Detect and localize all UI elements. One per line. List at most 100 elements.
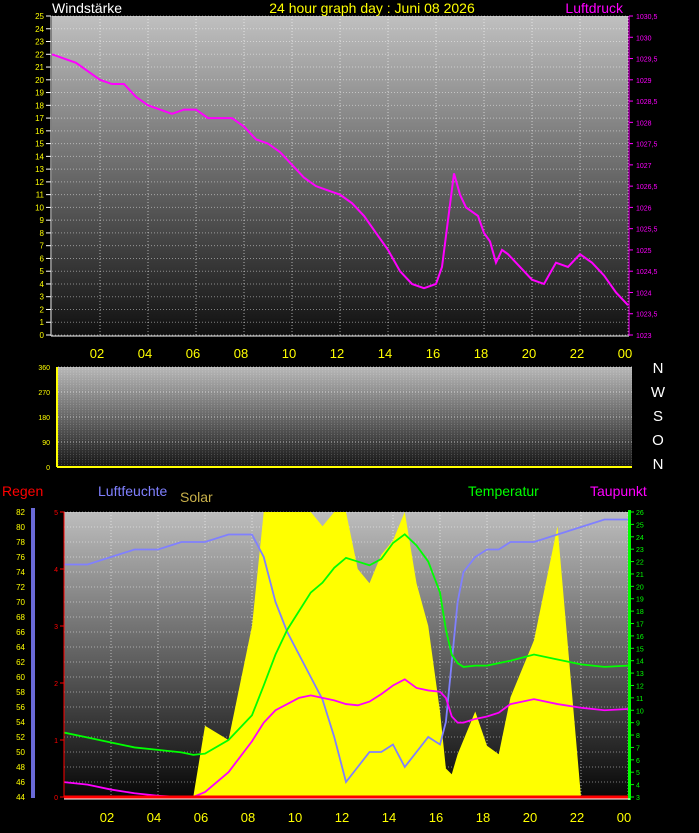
temperature-tick-label: 7 [636,745,640,752]
wind-tick-label: 7 [40,242,45,251]
wind-axis-ticks: 0123456789101112131415161718192021222324… [35,12,51,340]
wind-tick-label: 22 [35,50,44,59]
temperature-tick-label: 5 [636,770,640,777]
temperature-tick-label: 4 [636,783,640,790]
temperature-axis-bar [628,510,631,800]
humidity-tick-label: 66 [16,628,25,637]
solar-legend: Solar [180,489,213,505]
wind-tick-label: 14 [35,152,44,161]
compass-letter: W [651,384,666,401]
pressure-tick-label: 1027,5 [636,142,658,149]
wind-tick-label: 19 [35,89,44,98]
wind-tick-label: 18 [35,101,44,110]
humidity-tick-label: 68 [16,613,25,622]
rain-tick-label: 3 [54,624,58,631]
temperature-tick-label: 3 [636,795,640,802]
humidity-tick-label: 56 [16,703,25,712]
humidity-tick-label: 74 [16,568,25,577]
pressure-tick-label: 1025,5 [636,227,658,234]
dewpoint-legend: Taupunkt [590,483,647,499]
wind-tick-label: 11 [36,191,45,200]
temperature-tick-label: 22 [636,560,644,567]
top-x-tick-label: 20 [522,346,536,361]
temperature-tick-label: 18 [636,609,644,616]
temperature-tick-label: 15 [636,646,644,653]
bottom-x-tick-label: 14 [382,810,396,825]
rain-tick-label: 4 [54,567,58,574]
wind-tick-label: 20 [35,76,44,85]
top-x-tick-label: 08 [234,346,248,361]
humidity-tick-label: 48 [16,763,25,772]
rain-axis-ticks: 0 1 2 3 4 5 [54,510,64,802]
bottom-x-tick-label: 02 [100,810,114,825]
temperature-tick-label: 19 [636,597,644,604]
pressure-tick-label: 1029 [636,78,652,85]
compass-letter: S [653,408,663,425]
chart-title: 24 hour graph day : Juni 08 2026 [269,0,475,16]
temperature-tick-label: 10 [636,708,644,715]
top-x-axis-ticks: 02 04 06 08 10 12 14 16 18 20 22 00 [90,346,632,361]
compass-letter: N [653,456,664,473]
humidity-legend: Luftfeuchte [98,483,167,499]
temperature-axis-ticks: 3 4 5 6 7 8 9 10 11 12 13 14 15 16 17 18 19 20 21 22 23 24 25 2… [631,510,644,802]
pressure-tick-label: 1028,5 [636,99,658,106]
humidity-tick-label: 64 [16,643,25,652]
wind-tick-label: 17 [35,114,44,123]
humidity-tick-label: 52 [16,733,25,742]
rain-tick-label: 5 [54,510,58,517]
top-x-tick-label: 02 [90,346,104,361]
bottom-x-tick-label: 12 [335,810,349,825]
wind-dir-tick-label: 90 [42,440,50,447]
temperature-tick-label: 9 [636,721,640,728]
wind-tick-label: 4 [40,280,45,289]
humidity-tick-label: 60 [16,673,25,682]
pressure-tick-label: 1030 [636,35,652,42]
temperature-tick-label: 17 [636,622,644,629]
compass-letter: N [653,360,664,377]
bottom-x-tick-label: 20 [523,810,537,825]
top-x-tick-label: 12 [330,346,344,361]
wind-tick-label: 24 [35,25,44,34]
wind-dir-plot-area [58,367,632,467]
bottom-x-tick-label: 06 [194,810,208,825]
top-x-tick-label: 22 [570,346,584,361]
pressure-tick-label: 1025 [636,248,652,255]
wind-tick-label: 12 [35,178,44,187]
temperature-tick-label: 20 [636,584,644,591]
humidity-tick-label: 80 [16,523,25,532]
pressure-tick-label: 1026,5 [636,184,658,191]
compass-labels: NWSON [651,360,666,473]
wind-tick-label: 15 [35,140,44,149]
temperature-tick-label: 21 [636,572,644,579]
bottom-x-tick-label: 22 [570,810,584,825]
wind-tick-label: 9 [40,216,45,225]
wind-tick-label: 13 [35,165,44,174]
pressure-tick-label: 1028 [636,120,652,127]
wind-dir-tick-label: 270 [38,390,50,397]
wind-tick-label: 16 [35,127,44,136]
temperature-tick-label: 23 [636,547,644,554]
top-x-tick-label: 16 [426,346,440,361]
bottom-x-tick-label: 18 [476,810,490,825]
wind-tick-label: 8 [40,229,45,238]
wind-tick-label: 5 [40,267,45,276]
pressure-tick-label: 1023 [636,333,652,340]
pressure-tick-label: 1023,5 [636,312,658,319]
top-x-tick-label: 00 [618,346,632,361]
wind-tick-label: 0 [40,331,45,340]
bottom-x-tick-label: 00 [617,810,631,825]
weather-chart: Windstärke 24 hour graph day : Juni 08 2… [2,0,666,825]
wind-dir-axis-ticks: 0 90 180 270 360 [38,365,50,472]
pressure-tick-label: 1030,5 [636,14,658,21]
rain-tick-label: 0 [54,795,58,802]
bottom-x-axis-ticks: 02 04 06 08 10 12 14 16 18 20 22 00 [100,810,631,825]
rain-tick-label: 2 [54,681,58,688]
wind-tick-label: 6 [40,254,45,263]
humidity-axis-ticks: 44 46 48 50 52 54 56 58 60 62 64 66 68 70 72 74 76 78 80 82 [16,508,25,802]
bottom-x-tick-label: 04 [147,810,161,825]
humidity-tick-label: 58 [16,688,25,697]
wind-dir-tick-label: 180 [38,415,50,422]
temperature-tick-label: 24 [636,535,644,542]
temperature-tick-label: 11 [636,696,643,703]
temperature-tick-label: 12 [636,683,644,690]
